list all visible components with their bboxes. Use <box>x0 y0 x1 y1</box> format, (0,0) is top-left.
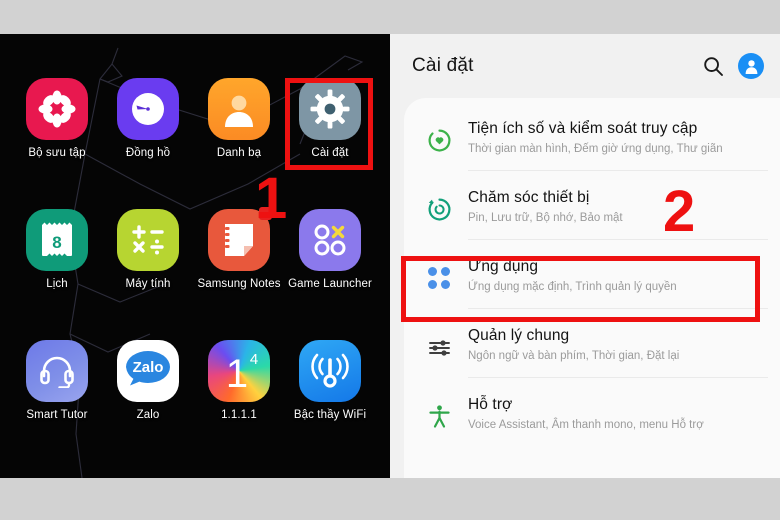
app-label: Lịch <box>46 278 68 290</box>
wifi-master-icon <box>299 340 361 402</box>
search-icon[interactable] <box>696 49 730 83</box>
settings-panel: Cài đặt Tiện ích số và kiểm soát truy cậ… <box>390 34 780 478</box>
app-wifi-master[interactable]: Bậc thầy WiFi <box>284 340 376 423</box>
cloudflare-warp-icon: 1 4 <box>208 340 270 402</box>
settings-row-title: Ứng dụng <box>468 258 539 275</box>
settings-row-subtitle: Voice Assistant, Âm thanh mono, menu Hỗ … <box>468 419 704 431</box>
game-launcher-icon <box>299 209 361 271</box>
app-game-launcher[interactable]: Game Launcher <box>284 209 376 292</box>
settings-row-apps[interactable]: Ứng dụng Ứng dụng mặc định, Trình quản l… <box>404 240 780 308</box>
app-settings[interactable]: Cài đặt <box>284 78 376 161</box>
app-gallery[interactable]: Bộ sưu tập <box>11 78 103 161</box>
home-screen-panel: Bộ sưu tập Đồng hồ Danh bạ Cài đặt 8 Lịc… <box>0 34 390 478</box>
digital-wellbeing-icon <box>424 125 454 155</box>
app-clock[interactable]: Đồng hồ <box>102 78 194 161</box>
settings-row-text: Ứng dụng Ứng dụng mặc định, Trình quản l… <box>468 253 764 295</box>
screenshot-root: Bộ sưu tập Đồng hồ Danh bạ Cài đặt 8 Lịc… <box>0 0 780 520</box>
settings-row-subtitle: Pin, Lưu trữ, Bộ nhớ, Bảo mật <box>468 212 623 224</box>
app-label: Smart Tutor <box>26 409 88 421</box>
calculator-icon <box>117 209 179 271</box>
settings-row-device-care[interactable]: Chăm sóc thiết bị Pin, Lưu trữ, Bộ nhớ, … <box>404 171 780 239</box>
annotation-number-one: 1 <box>255 166 288 231</box>
settings-row-text: Hỗ trợ Voice Assistant, Âm thanh mono, m… <box>468 391 764 433</box>
app-smart-tutor[interactable]: Smart Tutor <box>11 340 103 423</box>
page-title: Cài đặt <box>412 55 474 76</box>
accessibility-icon <box>424 401 454 431</box>
settings-row-subtitle: Ứng dụng mặc định, Trình quản lý quyền <box>468 281 677 293</box>
app-label: Samsung Notes <box>197 278 281 290</box>
zalo-icon: Zalo <box>117 340 179 402</box>
app-1111-warp[interactable]: 1 4 1.1.1.1 <box>193 340 285 423</box>
zalo-wordmark: Zalo <box>133 359 164 376</box>
apps-dots-icon <box>424 263 454 293</box>
annotation-number-two: 2 <box>663 179 696 244</box>
device-care-icon <box>424 194 454 224</box>
clock-icon <box>117 78 179 140</box>
app-calculator[interactable]: Máy tính <box>102 209 194 292</box>
app-label: Bậc thầy WiFi <box>293 409 367 421</box>
account-avatar-icon[interactable] <box>738 53 764 79</box>
settings-row-title: Quản lý chung <box>468 327 570 344</box>
calendar-icon: 8 <box>26 209 88 271</box>
settings-row-general-management[interactable]: Quản lý chung Ngôn ngữ và bàn phím, Thời… <box>404 309 780 377</box>
settings-row-subtitle: Ngôn ngữ và bàn phím, Thời gian, Đặt lại <box>468 350 680 362</box>
app-calendar[interactable]: 8 Lịch <box>11 209 103 292</box>
app-label: Máy tính <box>125 278 171 290</box>
settings-row-title: Hỗ trợ <box>468 396 513 413</box>
app-contacts[interactable]: Danh bạ <box>193 78 285 161</box>
app-label: Cài đặt <box>311 147 349 159</box>
settings-list-card: Tiện ích số và kiểm soát truy cập Thời g… <box>404 98 780 478</box>
gallery-icon <box>26 78 88 140</box>
app-label: Game Launcher <box>288 278 372 290</box>
settings-row-title: Tiện ích số và kiểm soát truy cập <box>468 120 698 137</box>
calendar-day-number: 8 <box>52 233 61 252</box>
warp-glyph: 1 <box>226 352 248 396</box>
settings-row-digital-wellbeing[interactable]: Tiện ích số và kiểm soát truy cập Thời g… <box>404 102 780 170</box>
general-management-sliders-icon <box>424 332 454 362</box>
settings-row-title: Chăm sóc thiết bị <box>468 189 590 206</box>
settings-row-text: Chăm sóc thiết bị Pin, Lưu trữ, Bộ nhớ, … <box>468 184 764 226</box>
app-label: 1.1.1.1 <box>221 409 257 421</box>
app-label: Danh bạ <box>216 147 262 159</box>
app-label: Đồng hồ <box>125 147 171 159</box>
contacts-icon <box>208 78 270 140</box>
headset-icon <box>26 340 88 402</box>
settings-row-accessibility[interactable]: Hỗ trợ Voice Assistant, Âm thanh mono, m… <box>404 378 780 446</box>
settings-gear-icon <box>299 78 361 140</box>
app-zalo[interactable]: Zalo Zalo <box>102 340 194 423</box>
content-band: Bộ sưu tập Đồng hồ Danh bạ Cài đặt 8 Lịc… <box>0 34 780 478</box>
settings-row-subtitle: Thời gian màn hình, Đếm giờ ứng dụng, Th… <box>468 143 723 155</box>
app-label: Zalo <box>136 409 160 421</box>
app-label: Bộ sưu tập <box>28 147 86 159</box>
warp-superscript: 4 <box>250 351 258 368</box>
settings-header: Cài đặt <box>390 34 780 98</box>
settings-row-text: Quản lý chung Ngôn ngữ và bàn phím, Thời… <box>468 322 764 364</box>
settings-row-text: Tiện ích số và kiểm soát truy cập Thời g… <box>468 115 764 157</box>
app-icon-grid: Bộ sưu tập Đồng hồ Danh bạ Cài đặt 8 Lịc… <box>0 34 390 478</box>
